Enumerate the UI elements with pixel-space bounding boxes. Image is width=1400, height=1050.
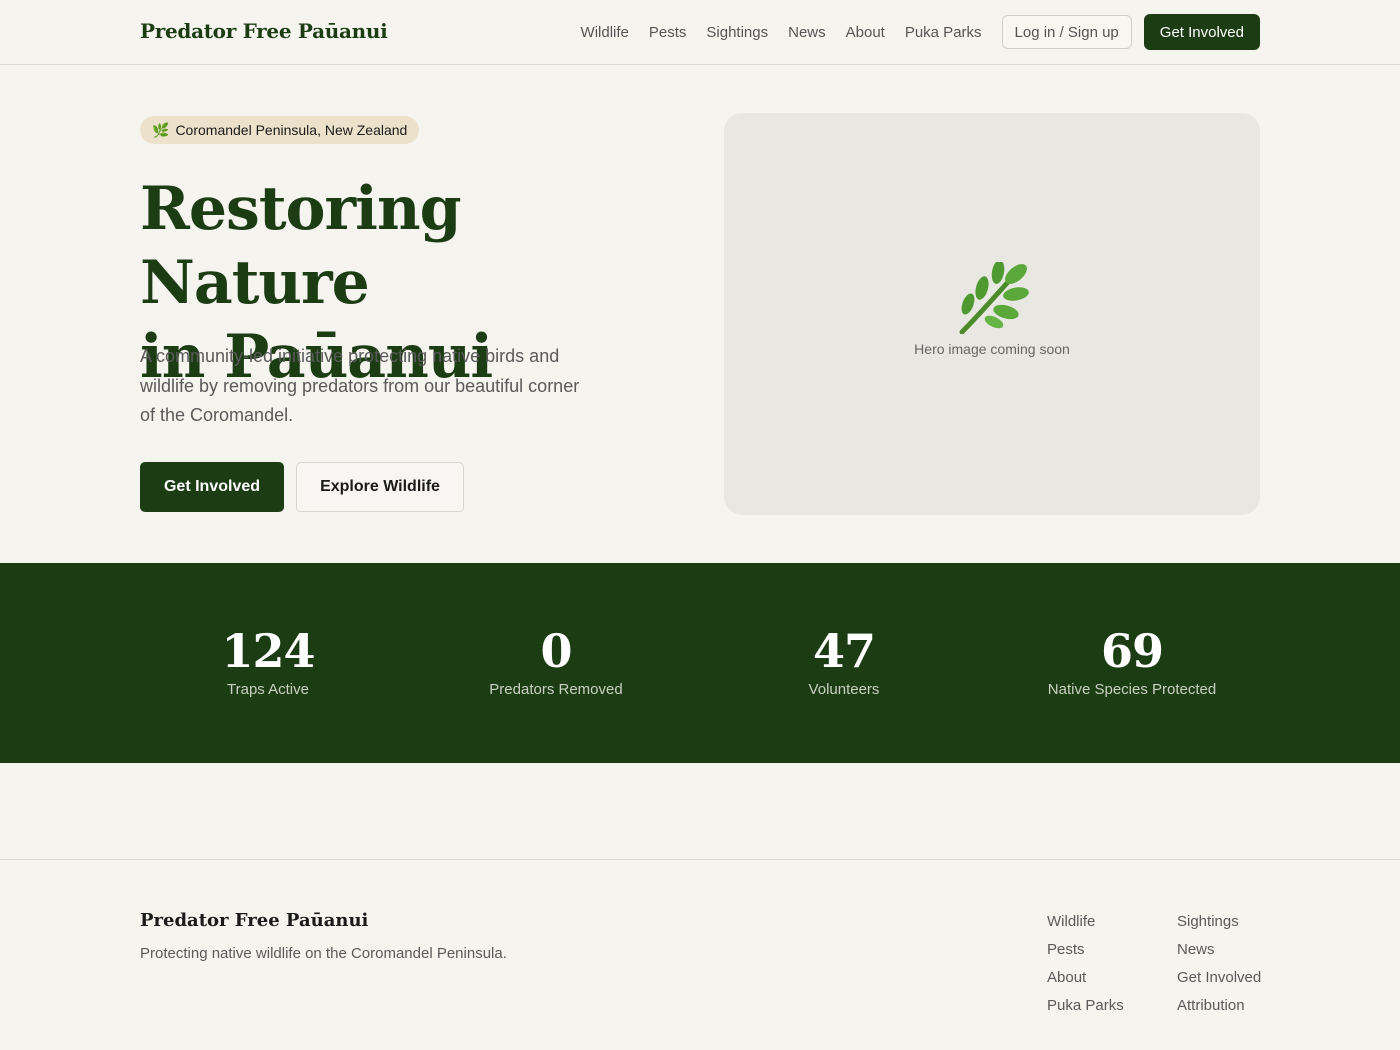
hero-description: A community-led initiative protecting na… [140, 346, 580, 425]
leaf-icon [959, 262, 1029, 334]
footer-link-puka-parks[interactable]: Puka Parks [1047, 992, 1124, 1020]
explore-wildlife-button[interactable]: Explore Wildlife [296, 462, 464, 512]
stat-label: Traps Active [227, 681, 309, 698]
location-badge-text: Coromandel Peninsula, New Zealand [175, 122, 408, 138]
footer-link-attribution[interactable]: Attribution [1177, 992, 1261, 1020]
stat-value: 47 [812, 624, 876, 678]
get-involved-button[interactable]: Get Involved [140, 462, 284, 512]
nav-link-puka-parks[interactable]: Puka Parks [905, 24, 982, 41]
header-get-involved-button[interactable]: Get Involved [1143, 14, 1260, 50]
site-header: Predator Free Paūanui Wildlife Pests Sig… [0, 0, 1400, 65]
footer-tagline: Protecting native wildlife on the Coroma… [140, 945, 507, 962]
footer-link-pests[interactable]: Pests [1047, 936, 1124, 964]
hero-image-caption: Hero image coming soon [914, 341, 1070, 357]
nav-link-pests[interactable]: Pests [649, 24, 687, 41]
login-signup-button[interactable]: Log in / Sign up [1001, 15, 1132, 49]
stats-band: 124 Traps Active 0 Predators Removed 47 … [0, 563, 1400, 763]
stat-label: Volunteers [808, 681, 880, 698]
nav-link-sightings[interactable]: Sightings [706, 24, 768, 41]
footer-links-column-2: Sightings News Get Involved Attribution [1177, 908, 1261, 1020]
stat-predators-removed: 0 Predators Removed [412, 623, 700, 698]
footer-links-column-1: Wildlife Pests About Puka Parks [1047, 908, 1124, 1020]
stat-volunteers: 47 Volunteers [700, 623, 988, 698]
footer-link-about[interactable]: About [1047, 964, 1124, 992]
stat-value: 124 [221, 624, 315, 678]
footer-link-news[interactable]: News [1177, 936, 1261, 964]
location-badge: 🌿 Coromandel Peninsula, New Zealand [140, 116, 420, 144]
stat-label: Predators Removed [489, 681, 623, 698]
leaf-icon: 🌿 [152, 121, 170, 138]
nav-link-wildlife[interactable]: Wildlife [581, 24, 629, 41]
nav-link-news[interactable]: News [788, 24, 826, 41]
stat-value: 0 [540, 624, 572, 678]
footer-brand: Predator Free Paūanui [140, 910, 369, 931]
stat-traps-active: 124 Traps Active [124, 623, 412, 698]
nav-link-about[interactable]: About [846, 24, 885, 41]
main-nav: Wildlife Pests Sightings News About Puka… [581, 14, 1260, 50]
stat-value: 69 [1100, 624, 1164, 678]
stat-native-species-protected: 69 Native Species Protected [988, 623, 1276, 698]
footer-link-get-involved[interactable]: Get Involved [1177, 964, 1261, 992]
footer-divider [0, 859, 1400, 860]
brand-logo[interactable]: Predator Free Paūanui [140, 19, 388, 43]
stat-label: Native Species Protected [1047, 681, 1217, 698]
hero-title-line-1: Restoring Nature [140, 174, 462, 318]
footer-link-wildlife[interactable]: Wildlife [1047, 908, 1124, 936]
footer-link-sightings[interactable]: Sightings [1177, 908, 1261, 936]
